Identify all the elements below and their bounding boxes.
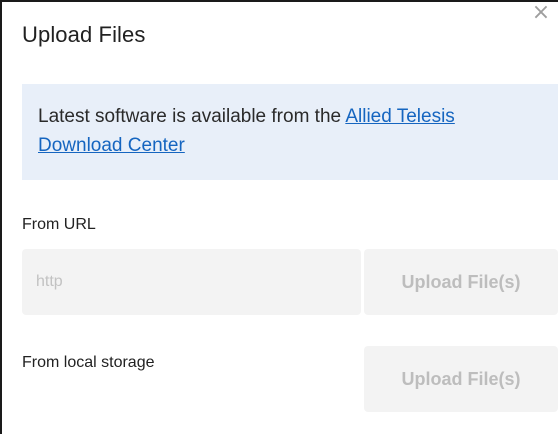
upload-from-local-button[interactable]: Upload File(s) xyxy=(364,346,558,412)
dialog-left-border xyxy=(0,0,2,434)
upload-files-dialog: × Upload Files Latest software is availa… xyxy=(0,0,558,434)
url-input[interactable] xyxy=(22,249,361,315)
upload-from-url-button[interactable]: Upload File(s) xyxy=(364,249,558,315)
from-local-storage-label: From local storage xyxy=(22,354,155,371)
info-banner: Latest software is available from the Al… xyxy=(22,84,558,180)
from-url-label: From URL xyxy=(22,216,96,233)
dialog-top-border xyxy=(0,0,558,2)
close-icon[interactable]: × xyxy=(530,2,552,26)
info-text: Latest software is available from the xyxy=(38,106,346,127)
dialog-title: Upload Files xyxy=(22,22,146,47)
